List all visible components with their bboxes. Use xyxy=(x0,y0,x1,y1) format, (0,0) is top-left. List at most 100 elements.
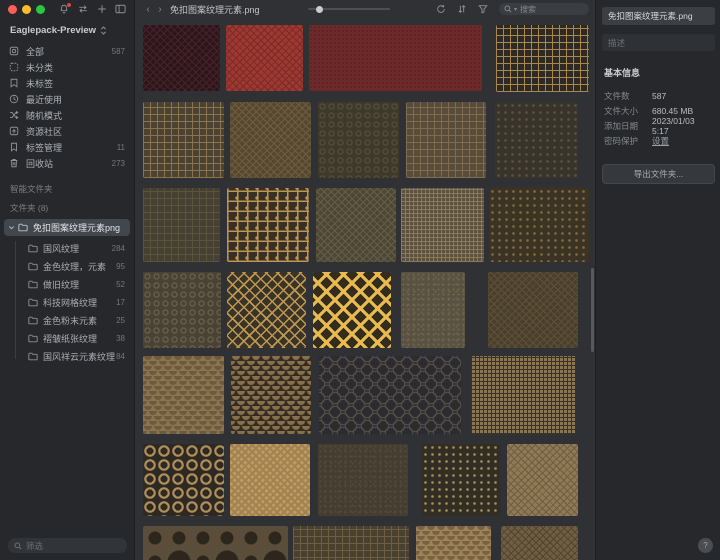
grid-thumbnail[interactable] xyxy=(316,188,396,262)
eagle-app-window: Eaglepack-Preview 全部 587 未分类 未标签 最近使用 xyxy=(0,0,720,560)
grid-thumbnail[interactable] xyxy=(507,444,578,516)
window-titlebar xyxy=(0,0,134,18)
grid-thumbnail[interactable] xyxy=(406,102,486,178)
main-content: ‹ › 免扣图案纹理元素.png ▾ xyxy=(136,0,595,560)
all-items-icon xyxy=(9,46,19,56)
subfolder-tree: 国风纹理 284 金色纹理，元素 95 做旧纹理 52 科技网格纹理 17 金色… xyxy=(0,239,134,365)
sidebar-subfolder[interactable]: 金色纹理，元素 95 xyxy=(0,257,134,275)
grid-thumbnail[interactable] xyxy=(143,356,224,434)
smart-folders-header[interactable]: 智能文件夹 xyxy=(0,183,134,195)
nav-label: 标签管理 xyxy=(26,141,62,154)
grid-thumbnail[interactable] xyxy=(496,25,589,92)
sidebar-item-all[interactable]: 全部 587 xyxy=(0,43,134,59)
folder-title-input[interactable] xyxy=(602,7,715,25)
folder-label: 金色纹理，元素 xyxy=(43,260,106,273)
basic-info-header: 基本信息 xyxy=(604,66,714,79)
folder-icon xyxy=(28,244,38,253)
search-icon xyxy=(14,542,22,550)
library-name: Eaglepack-Preview xyxy=(10,25,96,36)
export-folder-button[interactable]: 导出文件夹... xyxy=(602,164,715,184)
folder-icon xyxy=(28,298,38,307)
sync-arrows-icon[interactable] xyxy=(77,4,88,15)
folder-icon xyxy=(28,316,38,325)
file-count-value: 587 xyxy=(652,91,666,101)
grid-thumbnail[interactable] xyxy=(143,102,224,178)
close-button[interactable] xyxy=(8,5,17,14)
clock-icon xyxy=(9,94,19,104)
sidebar-item-uncategorized[interactable]: 未分类 xyxy=(0,59,134,75)
grid-thumbnail[interactable] xyxy=(471,356,576,434)
untagged-icon xyxy=(9,78,19,88)
sidebar-subfolder[interactable]: 褶皱纸张纹理 38 xyxy=(0,329,134,347)
sidebar-item-tags[interactable]: 标签管理 11 xyxy=(0,139,134,155)
nav-label: 未分类 xyxy=(26,61,53,74)
zoom-button[interactable] xyxy=(36,5,45,14)
folder-icon xyxy=(18,223,28,232)
sidebar-item-trash[interactable]: 回收站 273 xyxy=(0,155,134,171)
grid-thumbnail[interactable] xyxy=(319,356,461,434)
add-icon[interactable] xyxy=(96,4,107,15)
grid-thumbnail[interactable] xyxy=(230,444,310,516)
grid-thumbnail[interactable] xyxy=(143,444,224,516)
grid-thumbnail[interactable] xyxy=(313,272,391,348)
grid-thumbnail[interactable] xyxy=(488,272,578,348)
grid-thumbnail[interactable] xyxy=(227,188,309,262)
shuffle-icon xyxy=(9,110,19,120)
vertical-scrollbar[interactable] xyxy=(591,268,594,352)
grid-thumbnail[interactable] xyxy=(309,25,482,91)
sidebar-item-recent[interactable]: 最近使用 xyxy=(0,91,134,107)
sidebar-filter-input[interactable] xyxy=(26,541,116,551)
grid-thumbnail[interactable] xyxy=(293,526,409,560)
sidebar-item-community[interactable]: 资源社区 xyxy=(0,123,134,139)
folders-header[interactable]: 文件夹 (8) xyxy=(0,202,134,214)
sidebar-item-untagged[interactable]: 未标签 xyxy=(0,75,134,91)
grid-thumbnail[interactable] xyxy=(401,272,465,348)
grid-thumbnail[interactable] xyxy=(230,102,311,178)
nav-label: 资源社区 xyxy=(26,125,62,138)
sidebar-item-random[interactable]: 随机模式 xyxy=(0,107,134,123)
folder-icon xyxy=(28,280,38,289)
info-row-filecount: 文件数 587 xyxy=(602,88,714,103)
folder-label: 做旧纹理 xyxy=(43,278,79,291)
sidebar-toggle-icon[interactable] xyxy=(115,4,126,15)
grid-thumbnail[interactable] xyxy=(318,444,408,516)
grid-thumbnail[interactable] xyxy=(401,188,484,262)
thumbnail-grid xyxy=(136,0,595,560)
grid-thumbnail[interactable] xyxy=(143,25,220,91)
sidebar-folder-selected[interactable]: 免扣图案纹理元素png xyxy=(4,219,130,236)
sidebar-subfolder[interactable]: 科技网格纹理 17 xyxy=(0,293,134,311)
grid-thumbnail[interactable] xyxy=(416,526,491,560)
sidebar-subfolder[interactable]: 做旧纹理 52 xyxy=(0,275,134,293)
grid-thumbnail[interactable] xyxy=(489,188,589,262)
folder-label: 免扣图案纹理元素png xyxy=(33,221,120,234)
password-settings-link[interactable]: 设置 xyxy=(652,135,669,147)
grid-thumbnail[interactable] xyxy=(143,188,220,262)
sidebar-filter-box[interactable] xyxy=(8,538,127,553)
grid-thumbnail[interactable] xyxy=(318,102,399,178)
folder-label: 金色粉末元素 xyxy=(43,314,97,327)
folder-icon xyxy=(28,352,38,361)
grid-thumbnail[interactable] xyxy=(495,102,578,178)
library-selector[interactable]: Eaglepack-Preview xyxy=(0,21,134,39)
sidebar-nav: 全部 587 未分类 未标签 最近使用 随机模式 xyxy=(0,43,134,171)
help-button[interactable]: ? xyxy=(698,538,713,553)
inspector-panel: 基本信息 文件数 587 文件大小 680.45 MB 添加日期 2023/01… xyxy=(595,0,720,560)
notification-badge xyxy=(67,3,71,7)
grid-thumbnail[interactable] xyxy=(143,526,288,560)
folder-description-input[interactable] xyxy=(602,34,715,51)
tag-icon xyxy=(9,142,19,152)
grid-thumbnail[interactable] xyxy=(231,356,311,434)
grid-thumbnail[interactable] xyxy=(227,272,306,348)
sidebar-subfolder[interactable]: 金色粉末元素 25 xyxy=(0,311,134,329)
notifications-bell-icon[interactable] xyxy=(58,4,69,15)
chevron-down-icon[interactable] xyxy=(8,224,15,231)
nav-label: 最近使用 xyxy=(26,93,62,106)
sidebar-subfolder[interactable]: 国风纹理 284 xyxy=(0,239,134,257)
grid-thumbnail[interactable] xyxy=(501,526,578,560)
minimize-button[interactable] xyxy=(22,5,31,14)
sidebar-subfolder[interactable]: 国风祥云元素纹理 84 xyxy=(0,347,134,365)
grid-thumbnail[interactable] xyxy=(143,272,221,348)
nav-label: 全部 xyxy=(26,45,44,58)
grid-thumbnail[interactable] xyxy=(226,25,303,91)
grid-thumbnail[interactable] xyxy=(422,444,500,516)
